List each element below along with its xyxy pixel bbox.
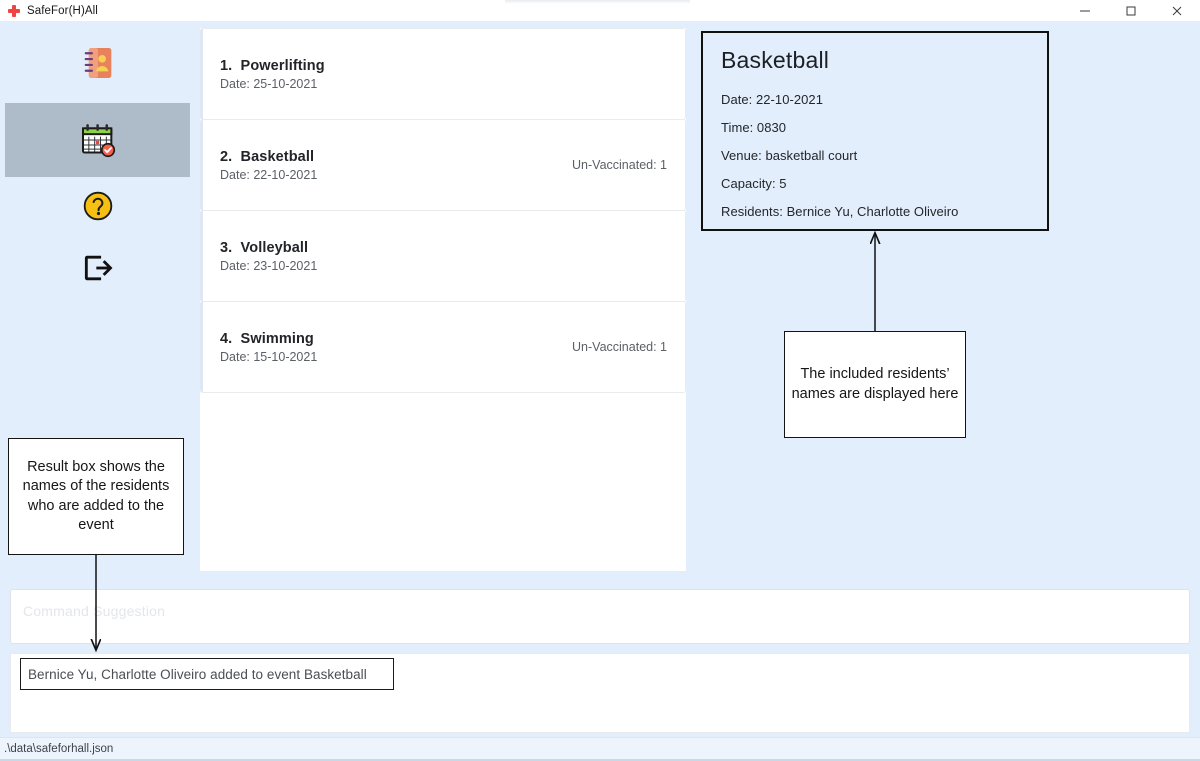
detail-date: Date: 22-10-2021 [721, 92, 823, 107]
calendar-check-icon [81, 124, 115, 158]
status-file-path: .\data\safeforhall.json [4, 742, 114, 755]
red-cross-icon [7, 4, 21, 18]
application-window: SafeFor(H)All 1. Powerlifting Date: 25-1… [0, 0, 1200, 761]
event-info: 2. Basketball Date: 22-10-2021 [220, 149, 572, 182]
event-unvaccinated-badge: Un-Vaccinated: 1 [572, 340, 667, 354]
detail-venue: Venue: basketball court [721, 148, 858, 163]
event-list-item[interactable]: 4. Swimming Date: 15-10-2021 Un-Vaccinat… [200, 301, 686, 393]
event-unvaccinated-badge: Un-Vaccinated: 1 [572, 158, 667, 172]
status-bar: .\data\safeforhall.json [0, 737, 1200, 759]
logout-exit-icon [84, 255, 113, 281]
event-title: 2. Basketball [220, 148, 315, 165]
event-list-item[interactable]: 2. Basketball Date: 22-10-2021 Un-Vaccin… [200, 119, 686, 211]
event-detail-panel: Basketball Date: 22-10-2021 Time: 0830 V… [701, 31, 1049, 231]
sidebar-item-events[interactable] [5, 103, 190, 177]
annotation-callout-result: Result box shows the names of the reside… [8, 438, 184, 555]
event-title: 4. Swimming [220, 330, 314, 347]
result-panel: Bernice Yu, Charlotte Oliveiro added to … [10, 653, 1190, 733]
sidebar-item-help[interactable] [0, 171, 196, 241]
event-list-item[interactable]: 1. Powerlifting Date: 25-10-2021 [200, 28, 686, 120]
title-bar: SafeFor(H)All [0, 0, 1200, 21]
event-date: Date: 15-10-2021 [220, 349, 318, 364]
maximize-icon[interactable] [1108, 0, 1154, 21]
event-title: 1. Powerlifting [220, 57, 325, 74]
close-icon[interactable] [1154, 0, 1200, 21]
detail-title: Basketball [721, 47, 830, 73]
sidebar-item-logout[interactable] [0, 233, 196, 303]
help-question-icon [83, 191, 113, 221]
command-suggestion-placeholder: Command Suggestion [23, 603, 166, 619]
annotation-callout-residents: The included residents’ names are displa… [784, 331, 966, 438]
detail-capacity: Capacity: 5 [721, 176, 787, 191]
event-info: 4. Swimming Date: 15-10-2021 [220, 331, 572, 364]
address-book-icon [84, 48, 112, 78]
detail-time: Time: 0830 [721, 120, 787, 135]
window-controls [1062, 0, 1200, 21]
sidebar-item-residents[interactable] [0, 26, 196, 100]
detail-residents: Residents: Bernice Yu, Charlotte Oliveir… [721, 204, 959, 219]
minimize-icon[interactable] [1062, 0, 1108, 21]
event-list-item[interactable]: 3. Volleyball Date: 23-10-2021 [200, 210, 686, 302]
result-message: Bernice Yu, Charlotte Oliveiro added to … [28, 666, 367, 682]
result-text-box: Bernice Yu, Charlotte Oliveiro added to … [20, 658, 394, 690]
command-suggestion-box[interactable]: Command Suggestion [10, 589, 1190, 644]
event-date: Date: 25-10-2021 [220, 76, 318, 91]
event-title: 3. Volleyball [220, 239, 309, 256]
event-date: Date: 23-10-2021 [220, 258, 318, 273]
event-info: 1. Powerlifting Date: 25-10-2021 [220, 58, 667, 91]
app-title: SafeFor(H)All [27, 4, 98, 17]
event-date: Date: 22-10-2021 [220, 167, 318, 182]
event-list[interactable]: 1. Powerlifting Date: 25-10-2021 2. Bask… [200, 28, 686, 571]
event-info: 3. Volleyball Date: 23-10-2021 [220, 240, 667, 273]
titlebar-shadow [505, 0, 690, 4]
